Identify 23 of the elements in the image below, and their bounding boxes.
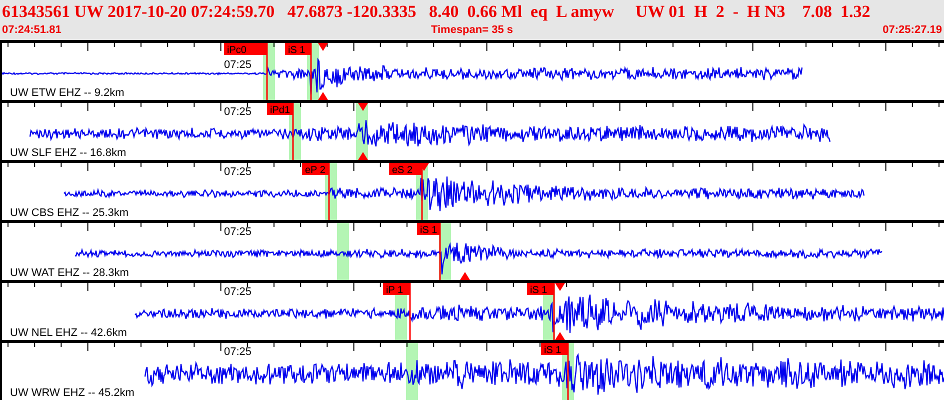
- station-label: UW ETW EHZ -- 9.2km: [10, 87, 124, 99]
- pick-label[interactable]: iPc0: [224, 43, 267, 56]
- time-mark: 07:25: [224, 346, 252, 358]
- timespan-label: Timespan= 35 s: [430, 23, 514, 37]
- time-mark: 07:25: [224, 286, 252, 298]
- event-title: 61343561 UW 2017-10-20 07:24:59.70 47.6873 -120.3335 8.40 0.66 Ml eq L amyw UW 01 H 2 - H N3 7.08 1.32: [2, 1, 872, 23]
- time-mark: 07:25: [224, 226, 252, 238]
- pick-label[interactable]: iP 1: [383, 283, 410, 296]
- pick-label[interactable]: iS 1: [285, 43, 311, 56]
- time-mark: 07:25: [224, 106, 252, 118]
- time-mark: 07:25: [224, 59, 252, 71]
- station-label: UW WRW EHZ -- 45.2km: [10, 387, 134, 399]
- station-label: UW SLF EHZ -- 16.8km: [10, 147, 126, 159]
- pick-label[interactable]: iS 1: [417, 223, 440, 236]
- pick-label[interactable]: iS 1: [541, 343, 568, 356]
- station-label: UW CBS EHZ -- 25.3km: [10, 207, 129, 219]
- time-mark: 07:25: [224, 166, 252, 178]
- end-time: 07:25:27.19: [882, 23, 942, 37]
- pick-label[interactable]: iPd1: [267, 103, 293, 116]
- station-label: UW WAT EHZ -- 28.3km: [10, 267, 129, 279]
- pick-label[interactable]: eP 2: [302, 163, 329, 176]
- start-time: 07:24:51.81: [2, 23, 62, 37]
- station-label: UW NEL EHZ -- 42.6km: [10, 327, 127, 339]
